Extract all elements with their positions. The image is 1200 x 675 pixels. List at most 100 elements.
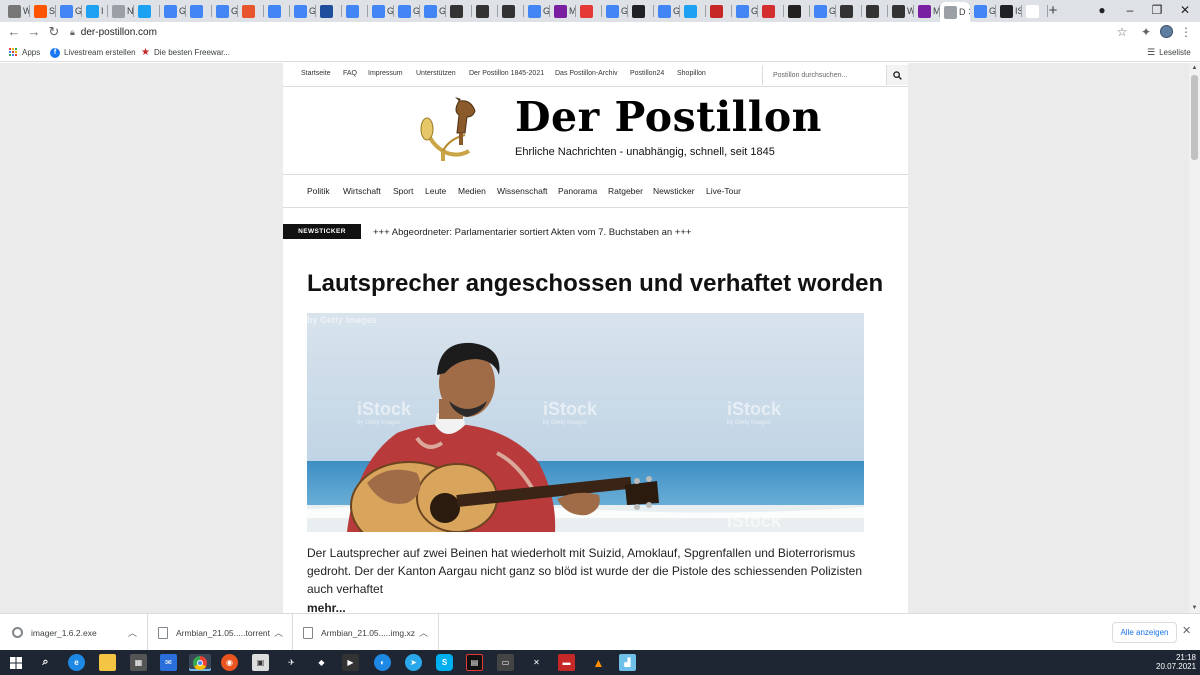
extensions-puzzle-icon[interactable]: ✦: [1138, 24, 1154, 40]
app-icon[interactable]: ▟: [619, 654, 636, 671]
browser-tab[interactable]: [758, 2, 784, 20]
app-window-icon[interactable]: ▣: [252, 654, 269, 671]
category-medien[interactable]: Medien: [458, 186, 486, 196]
browser-tab[interactable]: [784, 2, 810, 20]
search-button[interactable]: [886, 65, 908, 85]
avatar[interactable]: [1160, 25, 1173, 38]
category-panorama[interactable]: Panorama: [558, 186, 597, 196]
skype-icon[interactable]: S: [436, 654, 453, 671]
reload-icon[interactable]: ↻: [45, 23, 63, 41]
category-newsticker[interactable]: Newsticker: [653, 186, 695, 196]
download-item[interactable]: Armbian_21.05.....img.xz ︿: [293, 614, 439, 651]
browser-tab[interactable]: M: [914, 2, 940, 20]
browser-tab[interactable]: G: [368, 2, 394, 20]
bookmark-apps[interactable]: Apps: [9, 46, 40, 59]
show-all-downloads-button[interactable]: Alle anzeigen: [1112, 622, 1177, 643]
page-scrollbar[interactable]: ▲ ▼: [1189, 63, 1200, 613]
back-arrow-icon[interactable]: ←: [5, 23, 23, 41]
topnav-postillon24[interactable]: Postillon24: [630, 70, 664, 77]
browser-tab[interactable]: [498, 2, 524, 20]
category-politik[interactable]: Politik: [307, 186, 330, 196]
category-ratgeber[interactable]: Ratgeber: [608, 186, 643, 196]
browser-tab[interactable]: M: [550, 2, 576, 20]
browser-tab[interactable]: [446, 2, 472, 20]
article-image[interactable]: by Getty Images iStock by Getty Images iS…: [307, 313, 864, 532]
browser-tab[interactable]: G: [524, 2, 550, 20]
browser-tab[interactable]: [628, 2, 654, 20]
vlc-icon[interactable]: ▲: [590, 654, 607, 671]
forward-arrow-icon[interactable]: →: [25, 23, 43, 41]
maximize-button[interactable]: ❐: [1143, 0, 1171, 20]
search-icon[interactable]: ⌕: [37, 654, 54, 671]
scroll-up-arrow-icon[interactable]: ▲: [1189, 63, 1200, 73]
browser-tab[interactable]: G: [290, 2, 316, 20]
browser-tab[interactable]: G I: [56, 2, 82, 20]
close-window-button[interactable]: ✕: [1171, 0, 1199, 20]
category-sport[interactable]: Sport: [393, 186, 413, 196]
browser-tab[interactable]: W: [4, 2, 30, 20]
category-leute[interactable]: Leute: [425, 186, 446, 196]
browser-tab[interactable]: [134, 2, 160, 20]
post-horn-horse-logo-icon[interactable]: [419, 95, 479, 163]
scroll-down-arrow-icon[interactable]: ▼: [1189, 603, 1200, 613]
read-more-link[interactable]: mehr...: [307, 601, 346, 613]
app-icon[interactable]: ◆: [313, 654, 330, 671]
bookmark-livestream[interactable]: f Livestream erstellen: [50, 46, 136, 59]
browser-tab[interactable]: G: [212, 2, 238, 20]
site-logo-title[interactable]: Der Postillon: [515, 93, 822, 141]
browser-tab[interactable]: I: [82, 2, 108, 20]
download-item[interactable]: Armbian_21.05.....torrent ︿: [148, 614, 293, 651]
browser-tab[interactable]: G: [732, 2, 758, 20]
topnav-shopillon[interactable]: Shopillon: [677, 70, 706, 77]
browser-tab[interactable]: G: [810, 2, 836, 20]
scrollbar-thumb[interactable]: [1191, 75, 1198, 160]
tool-icon[interactable]: ✈: [283, 654, 300, 671]
ubuntu-icon[interactable]: ◉: [221, 654, 238, 671]
browser-tab[interactable]: [186, 2, 212, 20]
browser-tab[interactable]: [316, 2, 342, 20]
browser-tab[interactable]: G: [654, 2, 680, 20]
topnav-startseite[interactable]: Startseite: [301, 70, 331, 77]
store-icon[interactable]: ▦: [130, 654, 147, 671]
browser-tab[interactable]: [342, 2, 368, 20]
browser-tab[interactable]: IS: [996, 2, 1022, 20]
telegram-icon[interactable]: ➤: [405, 654, 422, 671]
category-wissenschaft[interactable]: Wissenschaft: [497, 186, 548, 196]
browser-tab[interactable]: S: [30, 2, 56, 20]
reading-list-button[interactable]: ☰ Leseliste: [1147, 46, 1191, 59]
download-item[interactable]: imager_1.6.2.exe ︿: [0, 614, 148, 651]
app-icon[interactable]: ▭: [497, 654, 514, 671]
browser-tab[interactable]: [264, 2, 290, 20]
chevron-up-icon[interactable]: ︿: [419, 626, 428, 639]
topnav-unterstuetzen[interactable]: Unterstützen: [416, 70, 456, 77]
menu-dots-icon[interactable]: ⋮: [1178, 24, 1194, 40]
topnav-faq[interactable]: FAQ: [343, 70, 357, 77]
browser-tab[interactable]: Neu: [108, 2, 134, 20]
category-live-tour[interactable]: Live-Tour: [706, 186, 741, 196]
browser-tab[interactable]: [576, 2, 602, 20]
app-icon[interactable]: ◐: [374, 654, 391, 671]
chevron-up-icon[interactable]: ︿: [128, 626, 137, 639]
category-wirtschaft[interactable]: Wirtschaft: [343, 186, 381, 196]
browser-tab[interactable]: G: [394, 2, 420, 20]
browser-tab[interactable]: G: [420, 2, 446, 20]
new-tab-button[interactable]: +: [1044, 2, 1062, 20]
chevron-up-icon[interactable]: ︿: [274, 626, 283, 639]
minimize-button[interactable]: –: [1116, 0, 1144, 20]
profile-menu-icon[interactable]: ●: [1088, 0, 1116, 20]
topnav-impressum[interactable]: Impressum: [368, 70, 403, 77]
article-headline[interactable]: Lautsprecher angeschossen und verhaftet …: [307, 270, 883, 298]
browser-tab[interactable]: [472, 2, 498, 20]
mail-icon[interactable]: ✉: [160, 654, 177, 671]
live-app-icon[interactable]: ▶: [342, 654, 359, 671]
app-icon[interactable]: ✕: [528, 654, 545, 671]
browser-tab[interactable]: G: [970, 2, 996, 20]
system-clock[interactable]: 21:18 20.07.2021: [1156, 653, 1196, 671]
browser-tab[interactable]: [836, 2, 862, 20]
site-search-input[interactable]: Postillon durchsuchen...: [762, 65, 886, 85]
browser-tab[interactable]: G: [602, 2, 628, 20]
bookmark-star-icon[interactable]: ☆: [1114, 24, 1130, 40]
browser-tab[interactable]: W: [888, 2, 914, 20]
browser-tab[interactable]: [862, 2, 888, 20]
chrome-icon[interactable]: [189, 654, 211, 671]
